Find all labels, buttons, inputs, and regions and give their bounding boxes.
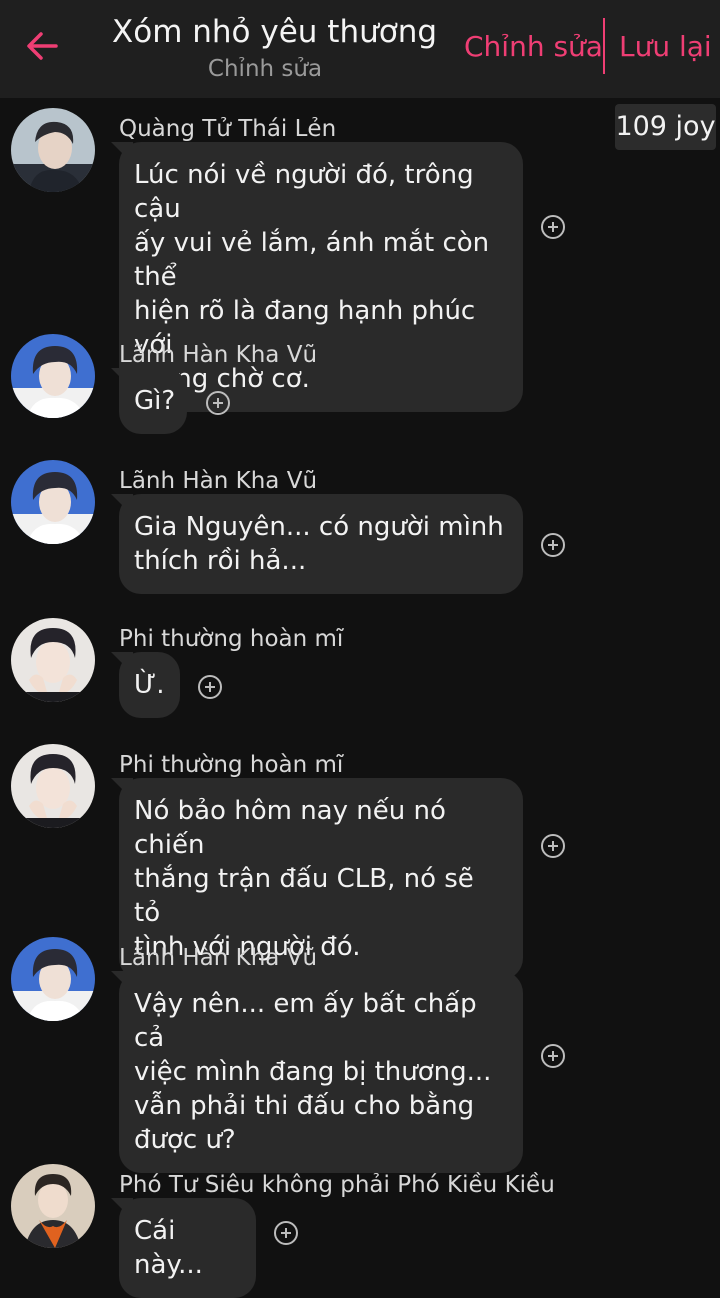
message-line: Nó bảo hôm nay nếu nó chiến: [134, 796, 446, 860]
avatar[interactable]: [11, 618, 95, 702]
message-line: Cái này...: [134, 1216, 203, 1280]
message-line: được ư?: [134, 1125, 236, 1155]
message-line: thích rồi hả...: [134, 546, 307, 576]
plus-circle-icon[interactable]: [540, 833, 566, 859]
joy-badge: 109 joy: [615, 104, 716, 150]
avatar[interactable]: [11, 334, 95, 418]
arrow-left-icon: [27, 32, 58, 60]
message-line: Lúc nói về người đó, trông cậu: [134, 160, 474, 224]
plus-circle-icon[interactable]: [540, 1043, 566, 1069]
page-title: Xóm nhỏ yêu thương: [112, 14, 438, 50]
sender-name: Lãnh Hàn Kha Vũ: [119, 468, 318, 494]
header-divider: [603, 18, 605, 74]
message-line: ấy vui vẻ lắm, ánh mắt còn thể: [134, 228, 490, 292]
avatar[interactable]: [11, 460, 95, 544]
message-line: việc mình đang bị thương...: [134, 1057, 492, 1087]
sender-name: Phi thường hoàn mĩ: [119, 626, 344, 652]
plus-circle-icon[interactable]: [205, 390, 231, 416]
message-bubble[interactable]: Lúc nói về người đó, trông cậu ấy vui vẻ…: [119, 142, 523, 412]
sender-name: Lãnh Hàn Kha Vũ: [119, 342, 318, 368]
header: Xóm nhỏ yêu thương Chỉnh sửa Chỉnh sửa L…: [0, 0, 720, 98]
message-line: Gia Nguyên... có người mình: [134, 512, 504, 542]
sender-name: Phó Tư Siêu không phải Phó Kiều Kiều: [119, 1172, 555, 1198]
edit-button[interactable]: Chỉnh sửa: [464, 28, 603, 66]
sender-name: Phi thường hoàn mĩ: [119, 752, 344, 778]
avatar[interactable]: [11, 937, 95, 1021]
message-line: thắng trận đấu CLB, nó sẽ tỏ: [134, 864, 474, 928]
sender-name: Lãnh Hàn Kha Vũ: [119, 945, 318, 971]
plus-circle-icon[interactable]: [273, 1220, 299, 1246]
message-bubble[interactable]: Gia Nguyên... có người mình thích rồi hả…: [119, 494, 523, 594]
message-line: vẫn phải thi đấu cho bằng: [134, 1091, 475, 1121]
message-line: Ừ.: [134, 670, 165, 700]
back-button[interactable]: [20, 24, 64, 68]
avatar[interactable]: [11, 1164, 95, 1248]
plus-circle-icon[interactable]: [540, 532, 566, 558]
message-line: Vậy nên... em ấy bất chấp cả: [134, 989, 477, 1053]
avatar[interactable]: [11, 744, 95, 828]
save-button[interactable]: Lưu lại: [619, 28, 712, 66]
plus-circle-icon[interactable]: [197, 674, 223, 700]
message-bubble[interactable]: Vậy nên... em ấy bất chấp cả việc mình đ…: [119, 971, 523, 1173]
message-bubble[interactable]: Cái này...: [119, 1198, 256, 1298]
plus-circle-icon[interactable]: [540, 214, 566, 240]
sender-name: Quàng Tử Thái Lẻn: [119, 116, 337, 142]
message-bubble[interactable]: Ừ.: [119, 652, 180, 718]
message-bubble[interactable]: Gì?: [119, 368, 187, 434]
message-line: Gì?: [134, 386, 176, 416]
avatar[interactable]: [11, 108, 95, 192]
page-subtitle: Chỉnh sửa: [207, 56, 323, 82]
